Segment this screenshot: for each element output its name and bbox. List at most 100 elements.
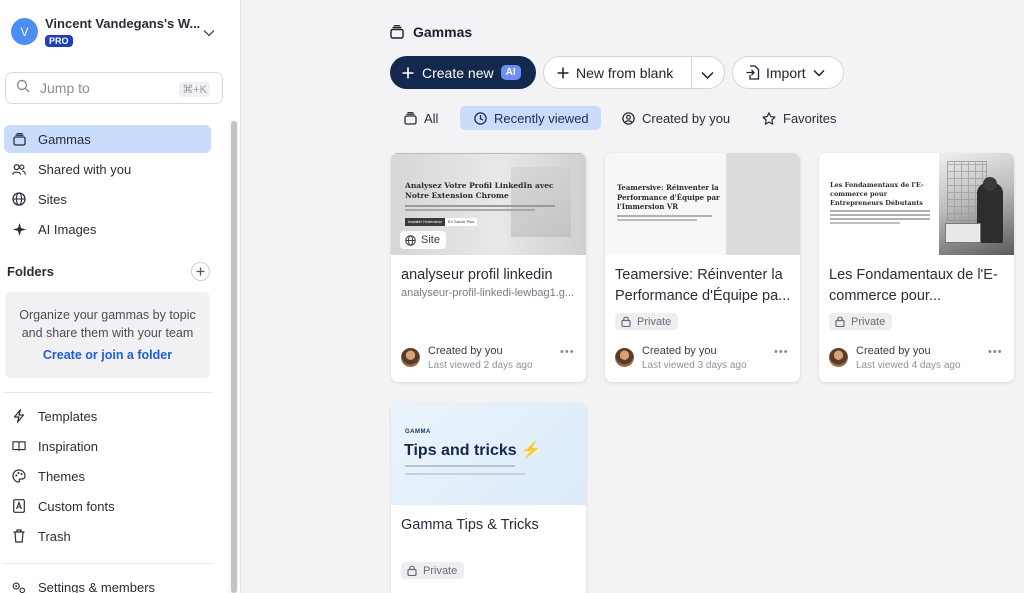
sidebar-item-label: Gammas [38,131,91,147]
import-icon [746,65,760,80]
card-thumbnail: GAMMA Tips and tricks ⚡ [391,403,586,505]
sidebar-item-custom-fonts[interactable]: Custom fonts [4,492,211,520]
chevron-down-icon[interactable] [203,24,215,42]
globe-icon [12,192,26,206]
plus-icon [196,267,205,276]
sidebar-scrollbar[interactable] [231,121,237,593]
tab-favorites[interactable]: Favorites [754,106,844,130]
workspace-switcher[interactable]: V Vincent Vandegans's W... PRO [0,0,229,62]
palette-icon [12,469,26,483]
lock-icon [835,316,845,327]
card-title-line-1: Teamersive: Réinventer la [615,267,783,283]
font-icon [12,499,26,513]
sidebar-item-themes[interactable]: Themes [4,462,211,490]
stack-icon [12,132,26,146]
import-button[interactable]: Import [732,56,844,89]
sidebar-item-label: Sites [38,191,67,207]
thumbnail-title: Teamersive: Réinventer la Performance d'… [617,183,720,211]
card-title-line-2: Performance d'Équipe pa... [615,288,791,304]
avatar [829,348,848,367]
sidebar-item-trash[interactable]: Trash [4,522,211,550]
more-options-button[interactable]: ••• [774,346,789,358]
sidebar-item-sites[interactable]: Sites [4,185,211,213]
sidebar-item-label: Custom fonts [38,498,115,514]
workspace-name: Vincent Vandegans's W... [45,16,201,31]
users-icon [12,162,26,176]
gamma-card[interactable]: Les Fondamentaux de l'E-commerce pour En… [819,153,1014,382]
avatar [401,348,420,367]
lock-icon [621,316,631,327]
gamma-card[interactable]: Analysez Votre Profil LinkedIn avec Notr… [391,153,586,382]
thumbnail-button-1: Installer l'extension [405,218,445,226]
site-badge: Site [400,231,446,249]
sidebar-item-label: Themes [38,468,85,484]
tab-label: Favorites [783,110,837,126]
sidebar-item-settings[interactable]: Settings & members [4,573,211,593]
star-icon [762,111,776,125]
plus-icon [402,67,414,79]
book-open-icon [12,439,26,453]
jump-to-search[interactable]: ⌘+K [5,72,223,104]
sidebar-item-inspiration[interactable]: Inspiration [4,432,211,460]
tab-created-by-you[interactable]: Created by you [614,106,738,130]
more-options-button[interactable]: ••• [988,346,1003,358]
plus-icon [557,67,569,79]
sidebar-item-ai-images[interactable]: AI Images [4,215,211,243]
created-by: Created by you [428,345,503,357]
privacy-badge: Private [401,562,465,579]
gear-icon [12,580,26,593]
thumbnail-title: Tips and tricks ⚡ [404,442,541,459]
card-subtitle: analyseur-profil-linkedi-lewbag1.g... [401,287,575,299]
gamma-card[interactable]: GAMMA Tips and tricks ⚡ Gamma Tips & Tri… [391,403,586,593]
card-title: Gamma Tips & Tricks [401,517,539,533]
privacy-label: Private [851,315,886,328]
card-title: analyseur profil linkedin [401,267,553,283]
new-from-blank-button[interactable]: New from blank [543,56,725,89]
tab-label: All [424,110,439,126]
add-folder-button[interactable] [191,262,210,281]
privacy-badge: Private [615,313,679,330]
sidebar-item-label: Templates [38,408,98,424]
shortcut-hint: ⌘+K [179,82,210,97]
jump-to-input[interactable] [40,80,170,96]
page-title-text: Gammas [413,24,473,40]
last-viewed: Last viewed 2 days ago [428,360,533,371]
card-thumbnail: Teamersive: Réinventer la Performance d'… [605,153,800,255]
folders-empty-text-2: and share them with your team [21,326,194,340]
search-icon [16,79,30,98]
create-folder-link[interactable]: Create or join a folder [5,348,210,362]
thumbnail-button-2: En Savoir Plus [445,218,478,226]
sidebar-item-label: Inspiration [38,438,98,454]
sidebar-item-label: AI Images [38,221,97,237]
chevron-down-icon[interactable] [701,67,714,83]
trash-icon [12,529,26,543]
last-viewed: Last viewed 4 days ago [856,360,961,371]
sidebar-divider [4,392,212,393]
ai-badge: AI [500,65,521,80]
tab-recently-viewed[interactable]: Recently viewed [460,106,601,130]
bolt-icon [12,409,26,423]
import-label: Import [766,64,806,81]
tab-all[interactable]: All [396,106,446,130]
avatar [615,348,634,367]
thumbnail-brand: GAMMA [405,429,431,435]
tab-label: Created by you [642,110,731,126]
globe-icon [405,234,416,246]
lock-icon [407,565,417,576]
created-by: Created by you [856,345,931,357]
user-circle-icon [622,111,635,125]
sidebar-item-templates[interactable]: Templates [4,402,211,430]
privacy-label: Private [423,564,458,577]
tab-label: Recently viewed [494,110,589,126]
sidebar-item-gammas[interactable]: Gammas [4,125,211,153]
sidebar-item-label: Settings & members [38,579,156,593]
last-viewed: Last viewed 3 days ago [642,360,747,371]
more-options-button[interactable]: ••• [560,346,575,358]
gamma-card[interactable]: Teamersive: Réinventer la Performance d'… [605,153,800,382]
sidebar-item-shared[interactable]: Shared with you [4,155,211,183]
privacy-badge: Private [829,313,893,330]
sidebar-item-label: Shared with you [38,161,132,177]
thumbnail-title: Analysez Votre Profil LinkedIn avec Notr… [405,181,554,200]
create-new-button[interactable]: Create new AI [390,56,536,89]
site-badge-label: Site [421,234,440,246]
